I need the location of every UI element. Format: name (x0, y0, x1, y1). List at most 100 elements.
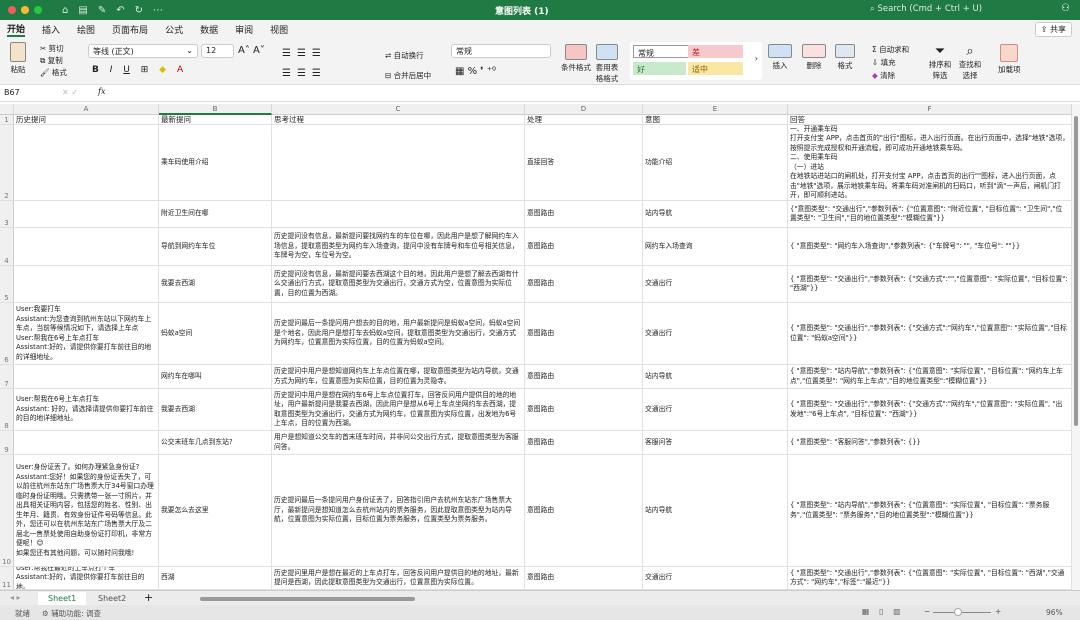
cell-answer[interactable]: { "意图类型": "交通出行","参数列表": {"交通方式":"网约车","… (788, 303, 1072, 364)
home-icon[interactable]: ⌂ (62, 5, 68, 16)
copy-button[interactable]: ⧉ 复制 (40, 55, 67, 67)
cell-intent[interactable]: 客服问答 (643, 431, 788, 454)
save-as-icon[interactable]: ✎ (98, 5, 106, 16)
zoom-out-button[interactable]: − (924, 607, 930, 616)
cell-intent[interactable]: 网约车入场查询 (643, 228, 788, 265)
cell-answer[interactable]: { "意图类型": "交通出行","参数列表": {"交通方式":"网约车","… (788, 389, 1072, 430)
row-number[interactable]: 8 (0, 389, 14, 430)
cell-history-question[interactable]: User:身份证丢了。如何办理紧急身份证? Assistant:您好！如果您的身… (14, 455, 159, 566)
format-cells-button[interactable]: 格式 (835, 44, 855, 71)
select-all-corner[interactable] (0, 104, 14, 115)
cell-latest-question[interactable]: 附近卫生间在哪 (159, 201, 272, 227)
cell-intent[interactable]: 交通出行 (643, 389, 788, 430)
header-cell-intent[interactable]: 意图 (643, 115, 788, 124)
clear-button[interactable]: ◆ 清除 (872, 69, 909, 82)
cell-history-question[interactable] (14, 266, 159, 302)
cell-history-question[interactable] (14, 431, 159, 454)
format-painter-button[interactable]: 🖌 格式 (40, 67, 67, 79)
cell-latest-question[interactable]: 网约车在哪叫 (159, 365, 272, 388)
column-header-d[interactable]: D (525, 104, 643, 115)
cell-latest-question[interactable]: 乘车码使用介绍 (159, 125, 272, 200)
cell-answer[interactable]: { "意图类型": "交通出行","参数列表": {"位置意图": "实际位置"… (788, 567, 1072, 589)
merge-center-button[interactable]: ⊟ 合并后居中 (385, 66, 431, 86)
column-header-e[interactable]: E (643, 104, 788, 115)
row-number[interactable]: 10 (0, 455, 14, 566)
cell-latest-question[interactable]: 西湖 (159, 567, 272, 589)
share-button[interactable]: ⇪ 共享 (1034, 22, 1072, 37)
cell-latest-question[interactable]: 导航到网约车车位 (159, 228, 272, 265)
account-icon[interactable]: ⚇ (1061, 3, 1070, 14)
cell-answer[interactable]: { "意图类型": "客服问答","参数列表": {}} (788, 431, 1072, 454)
row-number[interactable]: 11 (0, 567, 14, 589)
scroll-thumb[interactable] (1074, 116, 1078, 426)
cell-reasoning[interactable] (272, 125, 525, 200)
tab-data[interactable]: 数据 (200, 23, 218, 36)
row-number[interactable]: 9 (0, 431, 14, 454)
cell-answer[interactable]: { "意图类型": "交通出行","参数列表": {"交通方式":"","位置意… (788, 266, 1072, 302)
cell-handling[interactable]: 意图路由 (525, 389, 643, 430)
header-cell-reasoning[interactable]: 思考过程 (272, 115, 525, 124)
sort-filter-button[interactable]: ⏷ 排序和筛选 (928, 44, 952, 81)
cell-reasoning[interactable]: 历史提问最后一条提问用户身份证丢了，回答指引用户去杭州东站东广场售票大厅，最新提… (272, 455, 525, 566)
function-icon[interactable]: fx (98, 87, 105, 96)
accessibility-status[interactable]: ⚙ 辅助功能: 调查 (42, 608, 101, 619)
cell-reasoning[interactable]: 历史提问里用户是想在最近的上车点打车，回答反问用户提供目的地的地址，最新提问是西… (272, 567, 525, 589)
tab-home[interactable]: 开始 (7, 22, 26, 37)
more-icon[interactable]: ⋯ (153, 5, 163, 16)
font-style-buttons[interactable]: B I U ⊞ ◆ A (92, 65, 183, 75)
minimize-window-button[interactable] (21, 6, 29, 14)
save-icon[interactable]: ▤ (78, 5, 87, 16)
horizontal-scrollbar[interactable] (200, 597, 415, 601)
cell-handling[interactable]: 意图路由 (525, 431, 643, 454)
wrap-text-button[interactable]: ⇌ 自动换行 (385, 46, 431, 66)
style-good[interactable]: 好 (633, 62, 686, 75)
header-cell-answer[interactable]: 回答 (788, 115, 1072, 124)
add-sheet-button[interactable]: + (144, 591, 153, 604)
cell-latest-question[interactable]: 我要去西湖 (159, 266, 272, 302)
font-size-select[interactable]: 12 (201, 44, 234, 58)
cell-answer[interactable]: {"意图类型": "交通出行","参数列表": {"位置意图": "附近位置",… (788, 201, 1072, 227)
header-cell-handling[interactable]: 处理 (525, 115, 643, 124)
vertical-scrollbar[interactable] (1072, 104, 1080, 590)
tab-page-layout[interactable]: 页面布局 (112, 23, 148, 36)
paste-button[interactable]: 粘贴 (10, 42, 26, 75)
cell-intent[interactable]: 交通出行 (643, 567, 788, 589)
header-cell-history-question[interactable]: 历史提问 (14, 115, 159, 124)
row-number[interactable]: 6 (0, 303, 14, 364)
cell-handling[interactable]: 直接回答 (525, 125, 643, 200)
cell-handling[interactable]: 意图路由 (525, 365, 643, 388)
column-header-b[interactable]: B (159, 104, 272, 115)
fill-button[interactable]: ⇩ 填充 (872, 56, 909, 69)
conditional-format-button[interactable]: 条件格式 (560, 44, 592, 73)
autosum-button[interactable]: Σ 自动求和 (872, 43, 909, 56)
cell-reasoning[interactable]: 历史提问中用户是想在网约车6号上车点位置打车，回答反问用户提供目的地的地址，用户… (272, 389, 525, 430)
cell-history-question[interactable]: User:我要打车 Assistant:为您查询到杭州东站以下网约车上车点，当前… (14, 303, 159, 364)
cell-reasoning[interactable]: 历史提问最后一条提问用户想去的目的地，用户最新提问是蚂蚁a空间，蚂蚁a空间是个地… (272, 303, 525, 364)
cell-intent[interactable]: 站内导航 (643, 201, 788, 227)
zoom-in-button[interactable]: + (995, 607, 1001, 616)
sheet-tab-sheet2[interactable]: Sheet2 (88, 592, 136, 605)
find-select-button[interactable]: ⌕ 查找和选择 (958, 44, 982, 81)
insert-cells-button[interactable]: 插入 (768, 44, 792, 71)
tab-view[interactable]: 视图 (270, 23, 288, 36)
row-number[interactable]: 7 (0, 365, 14, 388)
cell-latest-question[interactable]: 蚂蚁a空间 (159, 303, 272, 364)
cell-answer[interactable]: { "意图类型": "站内导航","参数列表": {"位置意图": "实际位置"… (788, 455, 1072, 566)
cell-handling[interactable]: 意图路由 (525, 303, 643, 364)
cell-history-question[interactable] (14, 201, 159, 227)
tab-draw[interactable]: 绘图 (77, 23, 95, 36)
close-window-button[interactable] (8, 6, 16, 14)
tab-review[interactable]: 审阅 (235, 23, 253, 36)
cell-intent[interactable]: 交通出行 (643, 303, 788, 364)
cell-intent[interactable]: 站内导航 (643, 365, 788, 388)
cell-reasoning[interactable]: 历史提问没有信息，最新提问要去西湖这个目的地，因此用户是想了解去西湖有什么交通出… (272, 266, 525, 302)
row-number[interactable]: 5 (0, 266, 14, 302)
row-number[interactable]: 3 (0, 201, 14, 227)
zoom-slider[interactable] (933, 612, 991, 613)
row-number[interactable]: 4 (0, 228, 14, 265)
cell-history-question[interactable]: User:帮我在最近的上车点打个车 Assistant:好的，请提供你要打车前往… (14, 567, 159, 589)
tab-insert[interactable]: 插入 (42, 23, 60, 36)
formula-input[interactable] (112, 87, 1067, 100)
zoom-slider-thumb[interactable] (954, 608, 962, 616)
cell-latest-question[interactable]: 公交末班车几点到东站? (159, 431, 272, 454)
